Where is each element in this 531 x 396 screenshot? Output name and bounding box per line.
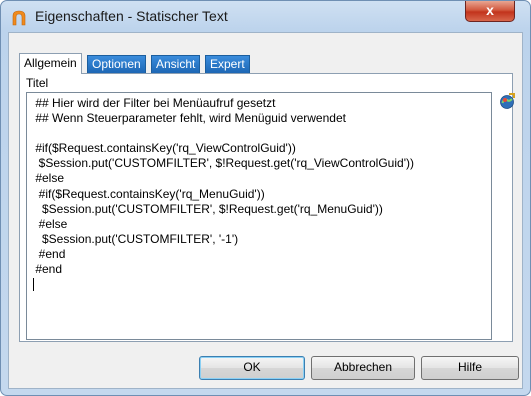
code-line: #end — [32, 246, 66, 261]
tab-optionen[interactable]: Optionen — [87, 55, 146, 73]
ok-button[interactable]: OK — [199, 356, 305, 380]
code-line: $Session.put('CUSTOMFILTER', '-1') — [32, 231, 239, 246]
help-button[interactable]: Hilfe — [421, 356, 519, 380]
tab-label: Allgemein — [24, 56, 77, 70]
title-bar[interactable]: Eigenschaften - Statischer Text x — [1, 1, 530, 31]
code-line: #else — [32, 216, 68, 231]
window-title: Eigenschaften - Statischer Text — [35, 8, 228, 24]
code-line: ## Hier wird der Filter bei Menüaufruf g… — [32, 96, 276, 110]
tab-label: Optionen — [92, 57, 141, 71]
app-icon — [12, 10, 26, 26]
close-icon: x — [486, 2, 494, 18]
titel-text-editor[interactable]: ## Hier wird der Filter bei Menüaufruf g… — [26, 92, 492, 340]
cancel-button[interactable]: Abbrechen — [311, 356, 415, 380]
tab-ansicht[interactable]: Ansicht — [151, 55, 201, 73]
code-line: $Session.put('CUSTOMFILTER', $!Request.g… — [32, 156, 414, 171]
titel-label: Titel — [26, 76, 49, 90]
code-line: #end — [32, 262, 63, 277]
expression-editor-icon[interactable] — [498, 92, 516, 110]
code-line: $Session.put('CUSTOMFILTER', $!Request.g… — [32, 201, 383, 216]
tab-expert[interactable]: Expert — [205, 55, 250, 73]
text-caret — [33, 278, 34, 292]
code-line: #if($Request.containsKey('rq_ViewControl… — [32, 141, 296, 156]
code-line: #if($Request.containsKey('rq_MenuGuid')) — [32, 186, 265, 201]
code-line: #else — [32, 171, 65, 186]
properties-dialog: Eigenschaften - Statischer Text x Allgem… — [0, 0, 531, 396]
close-button[interactable]: x — [465, 1, 515, 22]
tab-label: Expert — [210, 57, 245, 71]
tab-allgemein[interactable]: Allgemein — [19, 53, 82, 74]
code-line: ## Wenn Steuerparameter fehlt, wird Menü… — [32, 111, 346, 126]
caret-line — [32, 277, 491, 292]
tab-label: Ansicht — [156, 57, 196, 71]
dialog-body: Allgemein Optionen Ansicht Expert Titel … — [8, 32, 523, 389]
tab-panel-allgemein: Titel ## Hier wird der Filter bei Menüau… — [19, 73, 516, 342]
